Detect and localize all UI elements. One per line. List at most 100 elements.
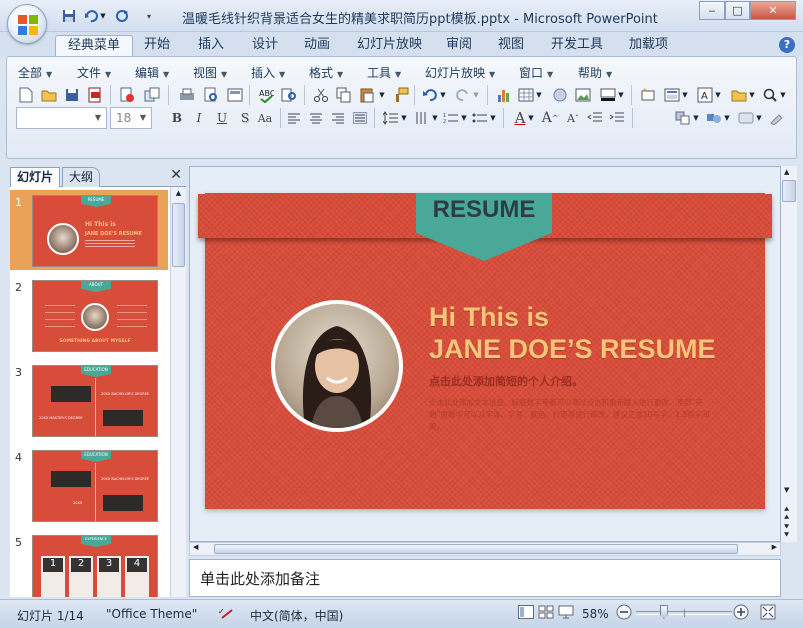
scroll-up-icon[interactable]: ▲ <box>784 168 789 176</box>
paste-dropdown-icon[interactable]: ▼ <box>377 85 387 105</box>
print-icon[interactable] <box>177 85 197 105</box>
text-direction-icon[interactable] <box>412 108 432 128</box>
italic-button[interactable]: I <box>189 108 209 128</box>
slide-vertical-scrollbar[interactable]: ▲ ▼ ⯅ ⯅ ⯆ ⯆ <box>781 166 797 542</box>
text-box-icon[interactable]: A <box>695 85 715 105</box>
slideshow-icon[interactable] <box>558 605 574 622</box>
customize-qat-icon[interactable]: ▾ <box>144 7 154 25</box>
tab-home[interactable]: 开始 <box>140 35 174 57</box>
find-icon[interactable] <box>760 85 780 105</box>
increase-indent-icon[interactable] <box>607 108 627 128</box>
menu-help[interactable]: 帮助 ▼ <box>578 64 612 81</box>
fit-to-window-icon[interactable] <box>760 604 776 623</box>
folder-icon[interactable] <box>729 85 749 105</box>
slide-layout-icon[interactable] <box>662 85 682 105</box>
arrange-dropdown-icon[interactable]: ▼ <box>691 108 701 128</box>
save-as-pdf-icon[interactable] <box>85 85 105 105</box>
layout-icon[interactable] <box>225 85 245 105</box>
redo-icon[interactable] <box>453 85 473 105</box>
folder-dropdown-icon[interactable]: ▼ <box>747 85 757 105</box>
attach-icon[interactable] <box>142 85 162 105</box>
fill-dropdown-icon[interactable]: ▼ <box>616 85 626 105</box>
line-spacing-icon[interactable] <box>381 108 401 128</box>
slide-thumbnail[interactable]: 5 EXPERIENCE 1 2 3 4 <box>10 530 168 597</box>
format-painter-icon[interactable] <box>391 85 411 105</box>
tab-addins[interactable]: 加载项 <box>625 35 672 57</box>
slide-horizontal-scrollbar[interactable]: ◀ ▶ <box>189 542 781 556</box>
new-slide-icon[interactable] <box>638 85 658 105</box>
clip-art-icon[interactable] <box>550 85 570 105</box>
layout-dropdown-icon[interactable]: ▼ <box>680 85 690 105</box>
office-button[interactable] <box>7 4 47 44</box>
tab-insert[interactable]: 插入 <box>194 35 228 57</box>
slide-sorter-icon[interactable] <box>538 605 554 622</box>
tab-view[interactable]: 视图 <box>494 35 528 57</box>
tab-design[interactable]: 设计 <box>248 35 282 57</box>
redo-icon[interactable] <box>113 7 131 25</box>
zoom-level[interactable]: 58% <box>582 607 609 621</box>
shrink-font-button[interactable]: Aˇ <box>563 108 583 128</box>
align-right-icon[interactable] <box>328 108 348 128</box>
scroll-right-icon[interactable]: ▶ <box>772 543 777 551</box>
cut-icon[interactable] <box>311 85 331 105</box>
spell-check-icon[interactable]: ✓ <box>218 605 236 624</box>
shadow-button[interactable]: S <box>235 108 255 128</box>
permission-icon[interactable] <box>117 85 137 105</box>
new-document-icon[interactable] <box>16 85 36 105</box>
language-indicator[interactable]: 中文(简体，中国) <box>250 607 343 624</box>
scroll-thumb[interactable] <box>214 544 738 554</box>
slide-thumbnail[interactable]: 3 EDUCATION 20XX BACHELOR'S DEGREE 20XX … <box>10 360 168 440</box>
shapes-dropdown-icon[interactable]: ▼ <box>722 108 732 128</box>
bullets-icon[interactable] <box>470 108 490 128</box>
shape-fill-dropdown-icon[interactable]: ▼ <box>754 108 764 128</box>
menu-format[interactable]: 格式 ▼ <box>309 64 343 81</box>
open-folder-icon[interactable] <box>39 85 59 105</box>
tab-developer[interactable]: 开发工具 <box>547 35 607 57</box>
copy-icon[interactable] <box>334 85 354 105</box>
color-fill-icon[interactable] <box>598 85 618 105</box>
zoom-slider-thumb[interactable] <box>659 605 668 619</box>
picture-icon[interactable] <box>573 85 593 105</box>
save-icon[interactable] <box>62 85 82 105</box>
undo-icon[interactable] <box>420 85 440 105</box>
spacing-dropdown-icon[interactable]: ▼ <box>399 108 409 128</box>
tab-outline[interactable]: 大纲 <box>62 167 101 187</box>
maximize-button[interactable]: □ <box>725 1 750 20</box>
scroll-thumb[interactable] <box>782 180 796 202</box>
undo-dropdown-icon[interactable]: ▼ <box>98 7 108 25</box>
menu-all[interactable]: 全部 ▼ <box>18 64 52 81</box>
normal-view-icon[interactable] <box>518 605 534 622</box>
scroll-down-icon[interactable]: ▼ <box>784 486 789 494</box>
effects-icon[interactable] <box>767 108 787 128</box>
notes-pane[interactable]: 单击此处添加备注 <box>189 559 781 597</box>
bold-button[interactable]: B <box>167 108 187 128</box>
slide-thumbnail[interactable]: 2 ABOUT SOMETHING ABOUT MYSELF <box>10 275 168 355</box>
theme-name[interactable]: "Office Theme" <box>106 607 197 621</box>
shape-fill-icon[interactable] <box>736 108 756 128</box>
tab-review[interactable]: 审阅 <box>442 35 476 57</box>
previous-slide-icon[interactable]: ⯅ ⯅ <box>783 506 790 523</box>
scroll-up-icon[interactable]: ▲ <box>173 189 184 197</box>
insert-chart-icon[interactable] <box>494 85 514 105</box>
table-dropdown-icon[interactable]: ▼ <box>534 85 544 105</box>
font-color-dropdown-icon[interactable]: ▼ <box>526 108 536 128</box>
bullets-dropdown-icon[interactable]: ▼ <box>488 108 498 128</box>
insert-table-icon[interactable] <box>516 85 536 105</box>
menu-insert[interactable]: 插入 ▼ <box>251 64 285 81</box>
numbering-dropdown-icon[interactable]: ▼ <box>459 108 469 128</box>
justify-icon[interactable] <box>350 108 370 128</box>
research-icon[interactable] <box>279 85 299 105</box>
tab-slides[interactable]: 幻灯片 <box>10 167 61 187</box>
next-slide-icon[interactable]: ⯆ ⯆ <box>783 524 790 541</box>
undo-dropdown-icon[interactable]: ▼ <box>438 85 448 105</box>
tab-slideshow[interactable]: 幻灯片放映 <box>353 35 426 57</box>
menu-edit[interactable]: 编辑 ▼ <box>135 64 169 81</box>
numbering-icon[interactable]: 12 <box>441 108 461 128</box>
help-icon[interactable]: ? <box>779 37 795 53</box>
spelling-icon[interactable]: ABC <box>256 85 276 105</box>
close-button[interactable]: ✕ <box>750 1 796 20</box>
tab-animations[interactable]: 动画 <box>300 35 334 57</box>
scroll-left-icon[interactable]: ◀ <box>193 543 198 551</box>
change-case-button[interactable]: Aa <box>255 108 275 128</box>
zoom-in-icon[interactable] <box>733 604 749 623</box>
